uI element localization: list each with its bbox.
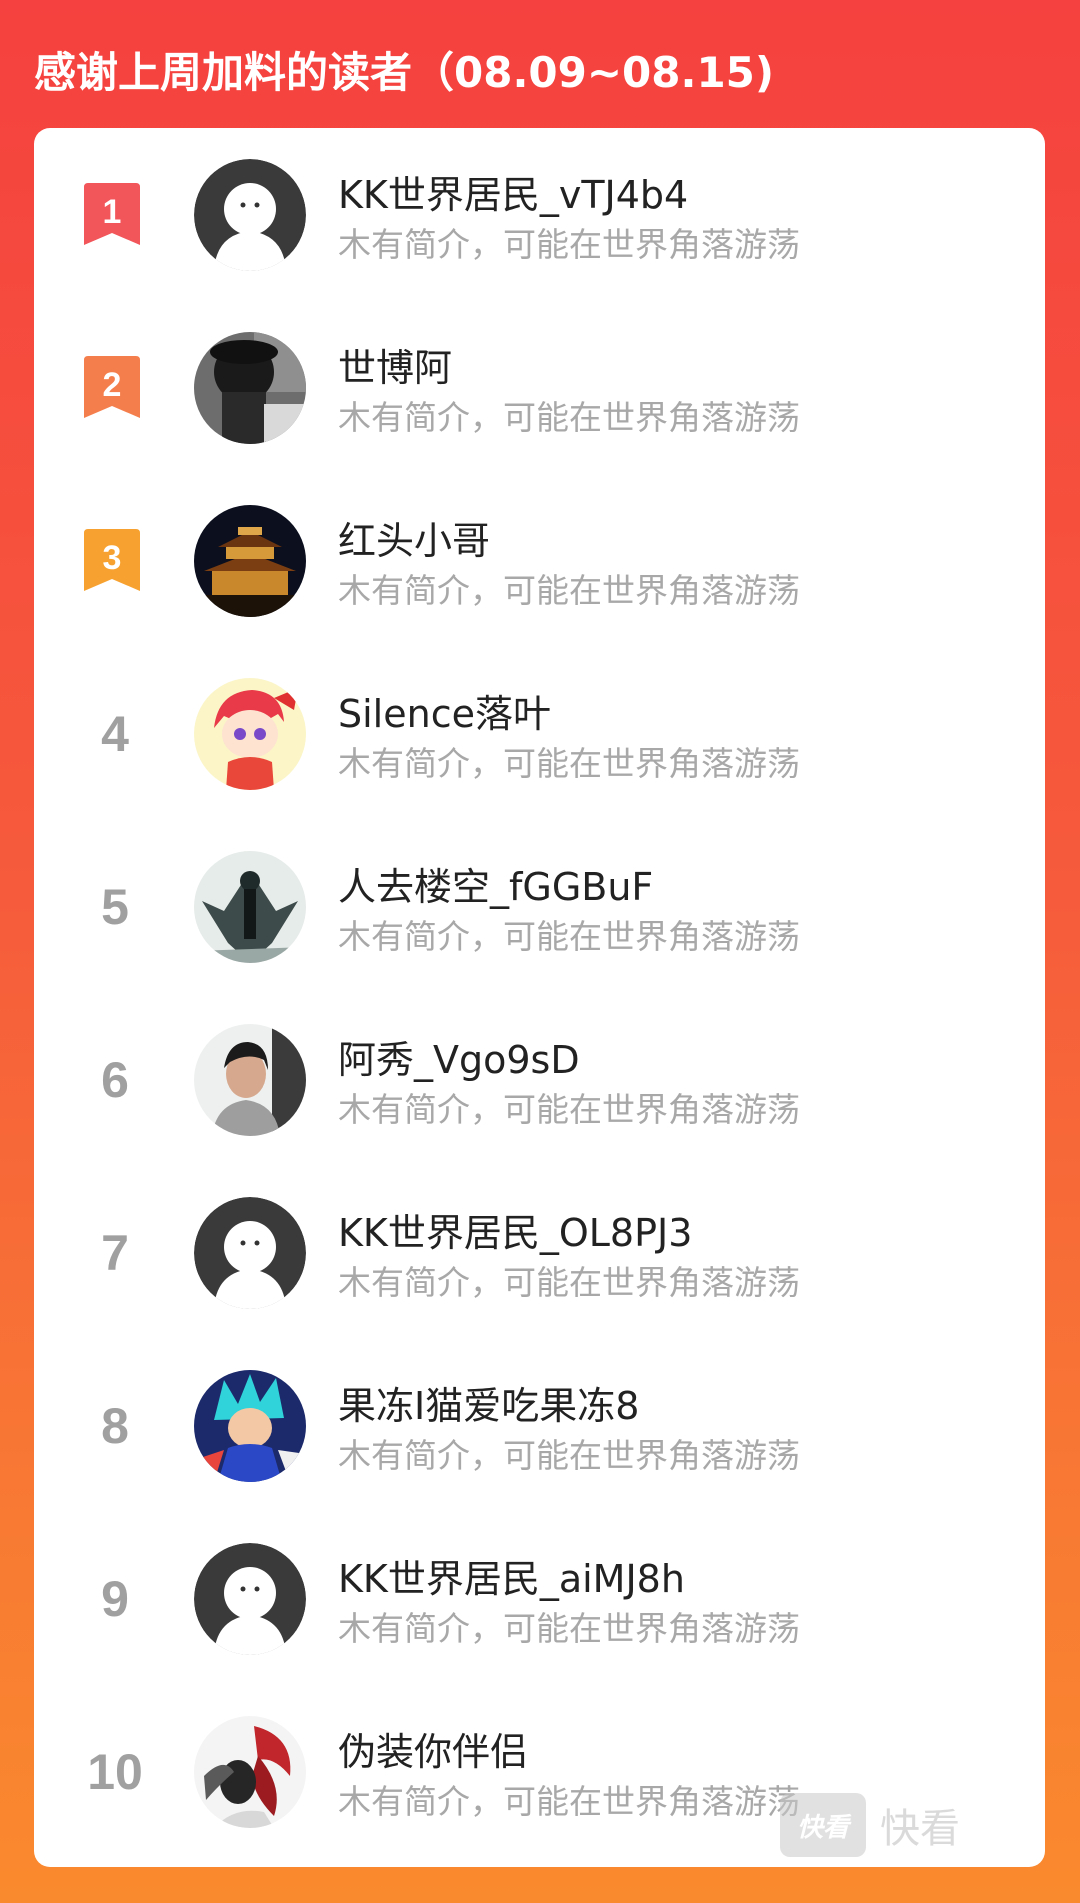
list-item[interactable]: 4 Silence落叶 木有简介，可能在世界角落游荡 xyxy=(34,647,1045,820)
reader-name: Silence落叶 xyxy=(338,692,551,736)
rank-number: 10 xyxy=(87,1743,143,1800)
default-avatar-icon[interactable] xyxy=(194,158,306,271)
art-avatar[interactable] xyxy=(194,1715,306,1828)
watermark-text: 快看 xyxy=(880,1806,960,1852)
reader-name: 红头小哥 xyxy=(338,519,491,563)
anime-avatar[interactable] xyxy=(194,1369,306,1482)
reader-name: 果冻I猫爱吃果冻8 xyxy=(338,1384,640,1428)
page-title: 感谢上周加料的读者（08.09~08.15) xyxy=(34,48,775,97)
rank-number: 4 xyxy=(101,705,129,762)
reader-bio: 木有简介，可能在世界角落游荡 xyxy=(338,917,800,956)
reader-name: KK世界居民_OL8PJ3 xyxy=(338,1211,693,1255)
photo-avatar[interactable] xyxy=(194,331,306,444)
reader-name: KK世界居民_vTJ4b4 xyxy=(338,173,689,217)
tower-avatar[interactable] xyxy=(194,504,306,617)
watermark-logo: 快看 xyxy=(780,1793,866,1857)
list-item[interactable]: 2 世博阿 木有简介，可能在世界角落游荡 xyxy=(34,301,1045,474)
rank-badge-icon: 1 xyxy=(82,182,142,247)
rank-number: 9 xyxy=(101,1570,129,1627)
rank-number: 5 xyxy=(101,878,129,935)
reader-bio: 木有简介，可能在世界角落游荡 xyxy=(338,1609,800,1648)
rank-number: 1 xyxy=(103,193,122,231)
reader-name: 伪装你伴侣 xyxy=(338,1730,529,1774)
reader-name: 世博阿 xyxy=(338,346,453,390)
art-avatar[interactable] xyxy=(194,850,306,963)
reader-bio: 木有简介，可能在世界角落游荡 xyxy=(338,225,800,264)
list-item[interactable]: 7 KK世界居民_OL8PJ3 木有简介，可能在世界角落游荡 xyxy=(34,1166,1045,1339)
rank-number: 7 xyxy=(101,1224,129,1281)
cartoon-avatar[interactable] xyxy=(194,677,306,790)
list-item[interactable]: 8 果冻I猫爱吃果冻8 木有简介，可能在世界角落游荡 xyxy=(34,1339,1045,1512)
reader-bio: 木有简介，可能在世界角落游荡 xyxy=(338,1263,800,1302)
reader-bio: 木有简介，可能在世界角落游荡 xyxy=(338,744,800,783)
photo-avatar[interactable] xyxy=(194,1023,306,1136)
reader-bio: 木有简介，可能在世界角落游荡 xyxy=(338,1782,800,1821)
reader-bio: 木有简介，可能在世界角落游荡 xyxy=(338,1436,800,1475)
reader-bio: 木有简介，可能在世界角落游荡 xyxy=(338,398,800,437)
rank-number: 2 xyxy=(103,366,122,404)
list-item[interactable]: 1 KK世界居民_vTJ4b4 木有简介，可能在世界角落游荡 xyxy=(34,128,1045,301)
list-item[interactable]: 6 阿秀_Vgo9sD 木有简介，可能在世界角落游荡 xyxy=(34,993,1045,1166)
reader-name: 阿秀_Vgo9sD xyxy=(338,1038,580,1082)
default-avatar-icon[interactable] xyxy=(194,1196,306,1309)
list-item[interactable]: 9 KK世界居民_aiMJ8h 木有简介，可能在世界角落游荡 xyxy=(34,1512,1045,1685)
reader-name: 人去楼空_fGGBuF xyxy=(338,865,654,909)
rank-number: 3 xyxy=(103,539,122,577)
rank-number: 6 xyxy=(101,1051,129,1108)
default-avatar-icon[interactable] xyxy=(194,1542,306,1655)
reader-list: 1 KK世界居民_vTJ4b4 木有简介，可能在世界角落游荡 2 世博阿 木有简… xyxy=(34,128,1045,1867)
list-item[interactable]: 5 人去楼空_fGGBuF 木有简介，可能在世界角落游荡 xyxy=(34,820,1045,993)
rank-number: 8 xyxy=(101,1397,129,1454)
reader-name: KK世界居民_aiMJ8h xyxy=(338,1557,685,1601)
list-item[interactable]: 3 红头小哥 木有简介，可能在世界角落游荡 xyxy=(34,474,1045,647)
rank-badge-icon: 3 xyxy=(82,528,142,593)
reader-bio: 木有简介，可能在世界角落游荡 xyxy=(338,571,800,610)
rank-badge-icon: 2 xyxy=(82,355,142,420)
reader-bio: 木有简介，可能在世界角落游荡 xyxy=(338,1090,800,1129)
watermark: 快看 快看 xyxy=(780,1790,960,1860)
